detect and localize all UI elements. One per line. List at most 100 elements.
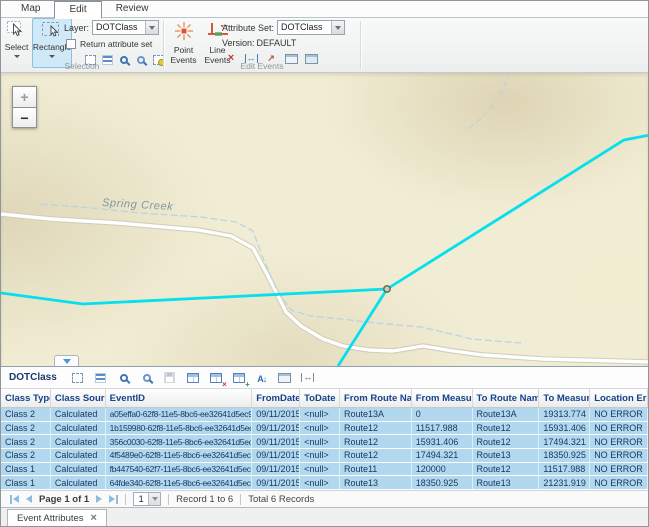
table-cell: <null>: [300, 463, 340, 476]
table-cell: a05effa0-62f8-11e5-8bc6-ee32641d5ec9: [106, 408, 253, 421]
table-cell: Route11: [340, 463, 412, 476]
table-cell: <null>: [300, 422, 340, 435]
table-row[interactable]: Class 2Calculateda05effa0-62f8-11e5-8bc6…: [1, 408, 648, 422]
page-number-dropdown-icon[interactable]: [148, 493, 160, 505]
column-header-location-error[interactable]: Location Error: [590, 389, 648, 407]
route-line-south: [338, 289, 387, 366]
fit-columns-icon[interactable]: [299, 370, 317, 386]
zoom-to-selected-icon[interactable]: [115, 370, 133, 386]
attribute-set-dropdown-arrow-icon[interactable]: [331, 21, 344, 34]
version-value: DEFAULT: [257, 38, 297, 48]
column-header-class-type[interactable]: Class Type: [1, 389, 51, 407]
layer-dropdown[interactable]: DOTClass: [92, 20, 159, 35]
table-cell: NO ERROR: [590, 408, 648, 421]
total-records-label: Total 6 Records: [248, 494, 314, 505]
event-attributes-panel: DOTClass × + Class TypeClass SourceEvent…: [1, 366, 648, 507]
table-row[interactable]: Class 2Calculated4f5489e0-62f8-11e5-8bc6…: [1, 449, 648, 463]
column-header-to-route-name[interactable]: To Route Name: [473, 389, 540, 407]
magnifier-icon[interactable]: [138, 370, 156, 386]
table-row[interactable]: Class 1Calculated64fde340-62f8-11e5-8bc6…: [1, 476, 648, 490]
point-events-icon: [174, 21, 194, 46]
zoom-in-button[interactable]: +: [12, 86, 37, 107]
column-header-eventid[interactable]: EventID: [106, 389, 253, 407]
table-cell: 15931.406: [412, 435, 473, 448]
select-cursor-icon: [7, 21, 27, 43]
last-page-button[interactable]: [109, 495, 118, 504]
route-line-northeast: [387, 135, 648, 289]
event-attributes-tab[interactable]: Event Attributes: [7, 509, 107, 526]
table-cell: NO ERROR: [590, 463, 648, 476]
table-row[interactable]: Class 2Calculated356c0030-62f8-11e5-8bc6…: [1, 435, 648, 449]
table-cell: Route13A: [473, 408, 540, 421]
return-attribute-set-label: Return attribute set: [80, 39, 152, 49]
attribute-set-label: Attribute Set:: [222, 23, 274, 33]
table-cell: 0: [412, 408, 473, 421]
tab-review[interactable]: Review: [102, 1, 163, 18]
layer-dropdown-arrow-icon[interactable]: [145, 21, 158, 34]
attribute-table-icon[interactable]: [184, 370, 202, 386]
column-header-todate[interactable]: ToDate: [300, 389, 340, 407]
edit-events-group: Point Events Line Events: [164, 18, 360, 72]
tab-map[interactable]: Map: [7, 1, 54, 18]
rectangle-select-icon[interactable]: [69, 370, 87, 386]
table-header-row: Class TypeClass SourceEventIDFromDateToD…: [1, 389, 648, 408]
table-cell: 1b159980-62f8-11e5-8bc6-ee32641d5ec9: [106, 422, 253, 435]
select-dropdown-caret-icon: [14, 55, 20, 58]
table-cell: Route12: [340, 449, 412, 462]
table-cell: Calculated: [51, 422, 106, 435]
select-tool-button[interactable]: Select: [2, 18, 31, 67]
pagination-bar: Page 1 of 1 1 Record 1 to 6 Total 6 Reco…: [1, 490, 648, 507]
table-cell: 120000: [412, 463, 473, 476]
table-cell: 4f5489e0-62f8-11e5-8bc6-ee32641d5ec9: [106, 449, 253, 462]
prev-page-button[interactable]: [26, 495, 32, 503]
first-page-button[interactable]: [10, 495, 19, 504]
table-title: DOTClass: [9, 372, 57, 383]
table-cell: Class 1: [1, 476, 51, 489]
sort-ascending-icon[interactable]: [253, 370, 271, 386]
ribbon-tab-bar: Map Edit Review: [1, 1, 648, 18]
map-zoom-control: + −: [12, 86, 37, 128]
rectangle-dropdown-caret-icon: [49, 55, 55, 58]
table-row[interactable]: Class 1Calculatedfb447540-62f7-11e5-8bc6…: [1, 463, 648, 477]
table-cell: <null>: [300, 435, 340, 448]
panel-collapse-tab[interactable]: [54, 355, 79, 366]
column-header-from-route-name[interactable]: From Route Name: [340, 389, 412, 407]
close-tab-icon[interactable]: [91, 513, 97, 524]
table-cell: NO ERROR: [590, 476, 648, 489]
table-cell: Route12: [473, 422, 540, 435]
table-cell: Class 2: [1, 449, 51, 462]
table-cell: Calculated: [51, 463, 106, 476]
delete-selected-icon[interactable]: ×: [207, 370, 225, 386]
table-cell: Route12: [473, 435, 540, 448]
return-attribute-set-checkbox[interactable]: [66, 39, 76, 49]
ribbon-body: Select Rectangle Layer:: [1, 18, 648, 73]
add-record-icon[interactable]: +: [230, 370, 248, 386]
record-range-label: Record 1 to 6: [176, 494, 233, 505]
save-icon[interactable]: [161, 370, 179, 386]
page-number-value: 1: [134, 493, 148, 505]
table-row[interactable]: Class 2Calculated1b159980-62f8-11e5-8bc6…: [1, 422, 648, 436]
table-cell: 09/11/2015: [252, 408, 300, 421]
collapse-arrow-icon: [63, 359, 71, 364]
column-header-class-source[interactable]: Class Source: [51, 389, 106, 407]
table-cell: <null>: [300, 408, 340, 421]
column-header-fromdate[interactable]: FromDate: [252, 389, 300, 407]
table-cell: 21231.919: [539, 476, 590, 489]
page-number-input[interactable]: 1: [133, 492, 161, 506]
attribute-set-dropdown[interactable]: DOTClass: [277, 20, 345, 35]
table-cell: Route13A: [340, 408, 412, 421]
table-cell: NO ERROR: [590, 435, 648, 448]
event-attributes-tab-label: Event Attributes: [17, 513, 84, 524]
table-cell: Route13: [473, 449, 540, 462]
next-page-button[interactable]: [96, 495, 102, 503]
column-header-to-measure[interactable]: To Measure: [539, 389, 590, 407]
table-cell: Calculated: [51, 408, 106, 421]
column-header-from-measure[interactable]: From Measure: [412, 389, 473, 407]
map-canvas[interactable]: Spring Creek + −: [1, 73, 648, 366]
layer-dropdown-value: DOTClass: [93, 21, 145, 34]
zoom-out-button[interactable]: −: [12, 107, 37, 128]
selection-menu-icon[interactable]: [92, 370, 110, 386]
table-cell: Calculated: [51, 449, 106, 462]
tab-edit[interactable]: Edit: [54, 1, 101, 19]
attribute-window-icon[interactable]: [276, 370, 294, 386]
